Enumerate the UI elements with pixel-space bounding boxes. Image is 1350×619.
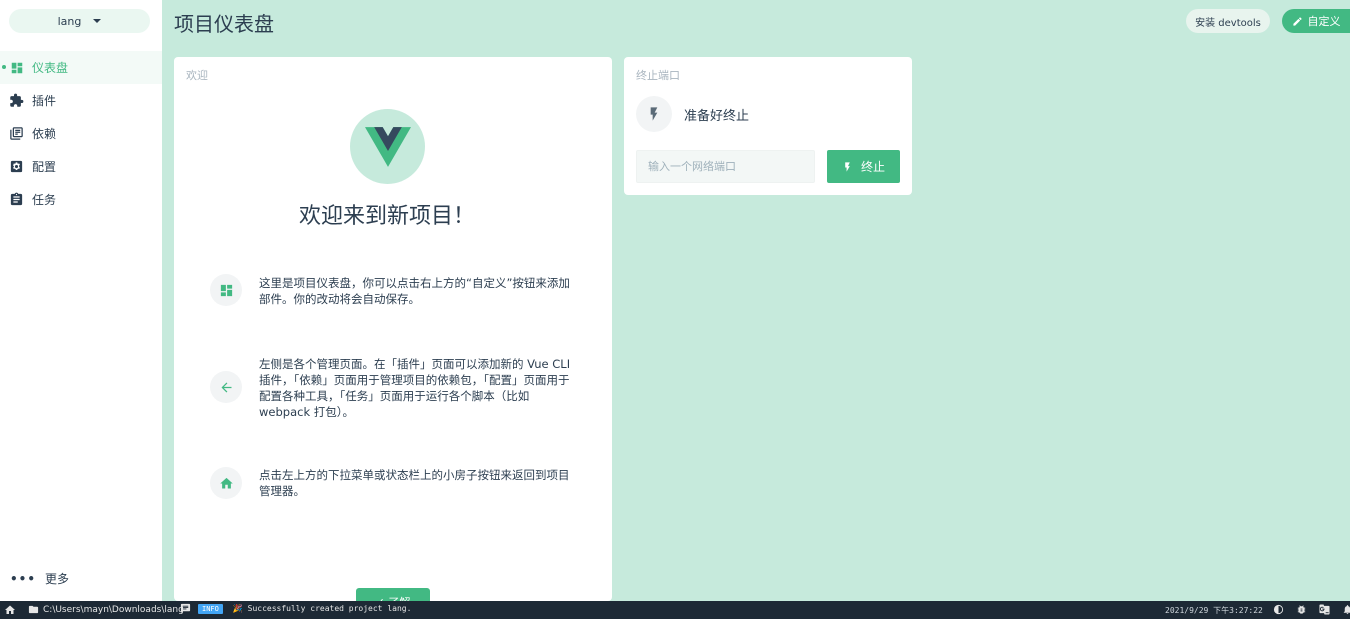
customize-label: 自定义 [1307,15,1341,28]
sidebar-item-plugins[interactable]: 插件 [0,84,162,117]
widget-title: 终止端口 [636,69,680,82]
arrow-left-icon [210,371,242,403]
home-icon [210,467,242,499]
dark-mode-icon[interactable] [1273,604,1284,618]
tip-item: 这里是项目仪表盘，你可以点击右上方的“自定义”按钮来添加部件。你的改动将会自动保… [210,274,575,307]
install-devtools-button[interactable]: 安装 devtools [1186,9,1270,33]
sidebar-item-label: 配置 [32,160,57,174]
dashboard-icon [9,60,24,75]
got-it-button[interactable]: ✓ 了解 [356,588,430,601]
tip-text: 左侧是各个管理页面。在「插件」页面可以添加新的 Vue CLI 插件，「依赖」页… [259,357,571,419]
vue-logo [350,109,425,184]
flash-icon [845,161,850,172]
sidebar-item-label: 插件 [32,94,57,108]
more-label: 更多 [45,572,70,586]
kill-button[interactable]: 终止 [827,150,900,183]
flash-icon [636,96,672,132]
more-horiz-icon: ••• [10,571,37,586]
sidebar-item-label: 任务 [32,193,57,207]
status-icons [1273,604,1350,618]
sidebar-item-configuration[interactable]: 配置 [0,150,162,183]
kill-button-label: 终止 [860,160,885,174]
home-icon[interactable] [4,604,16,619]
log-level-badge: INFO [198,603,223,614]
tip-item: 左侧是各个管理页面。在「插件」页面可以添加新的 Vue CLI 插件，「依赖」页… [210,357,575,420]
notification-icon[interactable] [1342,604,1350,618]
dashboard-icon [210,274,242,306]
sidebar-item-dashboard[interactable]: 仪表盘 [0,51,162,84]
settings-icon [9,159,24,174]
chevron-down-icon [93,19,102,23]
more-button[interactable]: ••• 更多 [10,570,69,587]
edit-icon [1292,16,1302,26]
sidebar-item-label: 仪表盘 [32,61,69,75]
customize-button[interactable]: 自定义 [1282,9,1350,33]
kill-status: 准备好终止 [636,96,749,132]
sidebar-nav: 仪表盘 插件 依赖 配置 任务 [0,51,162,216]
widget-title: 欢迎 [186,69,208,82]
kill-port-widget: 终止端口 准备好终止 终止 [624,57,912,195]
sidebar-item-tasks[interactable]: 任务 [0,183,162,216]
bug-icon[interactable] [1296,604,1307,618]
sidebar-item-label: 依赖 [32,127,57,141]
tip-text: 点击左上方的下拉菜单或状态栏上的小房子按钮来返回到项目管理器。 [259,468,570,498]
library-icon [9,126,24,141]
welcome-heading: 欢迎来到新项目！ [298,204,475,229]
project-path[interactable]: C:\Users\mayn\Downloads\lang [28,604,184,615]
status-bar: C:\Users\mayn\Downloads\lang INFO 🎉 Succ… [0,601,1350,619]
log-message: 🎉 Successfully created project lang. [232,604,412,613]
sidebar: lang 仪表盘 插件 依赖 配置 任务 ••• 更多 [0,0,162,601]
log-entry[interactable]: INFO 🎉 Successfully created project lang… [180,603,411,614]
puzzle-icon [9,93,24,108]
kill-status-text: 准备好终止 [684,108,750,124]
tip-text: 这里是项目仪表盘，你可以点击右上方的“自定义”按钮来添加部件。你的改动将会自动保… [259,276,570,306]
translate-icon[interactable] [1319,604,1330,618]
status-time: 2021/9/29 下午3:27:22 [1165,606,1263,615]
tip-item: 点击左上方的下拉菜单或状态栏上的小房子按钮来返回到项目管理器。 [210,467,575,499]
port-input[interactable] [636,150,815,183]
welcome-widget: 欢迎 欢迎来到新项目！ 这里是项目仪表盘，你可以点击右上方的“自定义”按钮来添加… [174,57,612,601]
project-name: lang [57,14,82,28]
path-text: C:\Users\mayn\Downloads\lang [43,604,184,615]
project-select[interactable]: lang [9,9,150,33]
clipboard-icon [9,192,24,207]
log-icon [180,603,191,614]
page-title: 项目仪表盘 [174,12,274,36]
folder-icon [28,605,39,614]
sidebar-item-dependencies[interactable]: 依赖 [0,117,162,150]
